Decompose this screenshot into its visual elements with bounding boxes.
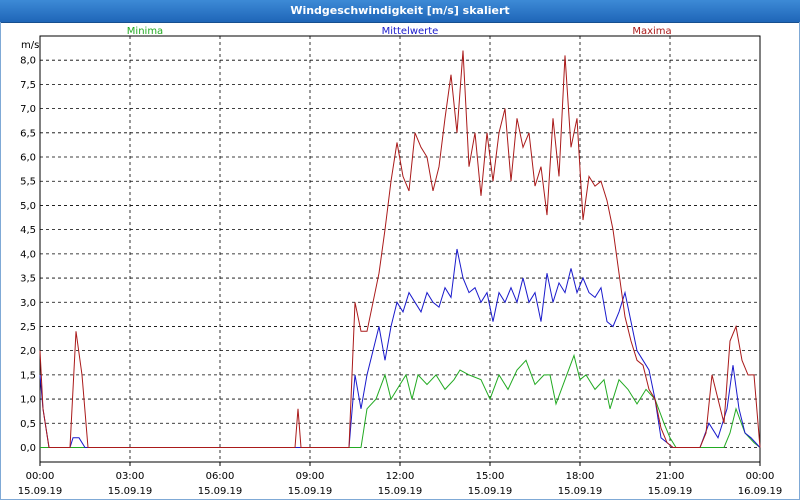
x-tick-time: 15:00 (476, 471, 505, 482)
x-tick-date: 15.09.19 (288, 486, 333, 497)
x-tick-date: 15.09.19 (198, 486, 243, 497)
x-tick-time: 21:00 (656, 471, 685, 482)
y-axis-label: m/s (21, 40, 39, 51)
y-tick-label: 3,0 (20, 298, 36, 309)
y-tick-label: 7,5 (20, 80, 36, 91)
x-tick-time: 00:00 (746, 471, 775, 482)
x-tick-date: 16.09.19 (738, 486, 783, 497)
legend-minima: Minima (127, 26, 163, 37)
legend-maxima: Maxima (632, 26, 671, 37)
x-tick-time: 18:00 (566, 471, 595, 482)
x-tick-date: 15.09.19 (108, 486, 153, 497)
y-tick-label: 6,0 (20, 153, 36, 164)
x-tick-time: 03:00 (116, 471, 145, 482)
y-tick-label: 6,5 (20, 128, 36, 139)
x-tick-date: 15.09.19 (18, 486, 63, 497)
y-tick-label: 0,5 (20, 419, 36, 430)
legend-mittelwerte: Mittelwerte (382, 26, 439, 37)
y-tick-label: 7,0 (20, 104, 36, 115)
x-tick-time: 06:00 (206, 471, 235, 482)
y-tick-labels: 0,0 0,5 1,0 1,5 2,0 2,5 3,0 3,5 4,0 4,5 5,0 5,5 6,0 6… (20, 56, 36, 454)
y-tick-label: 4,0 (20, 249, 36, 260)
x-tick-date: 15.09.19 (648, 486, 693, 497)
y-tick-label: 1,5 (20, 370, 36, 381)
x-tick-date: 15.09.19 (378, 486, 423, 497)
y-tick-label: 3,5 (20, 274, 36, 285)
y-tick-label: 0,0 (20, 443, 36, 454)
x-tick-date: 15.09.19 (468, 486, 513, 497)
x-tick-date: 15.09.19 (558, 486, 603, 497)
y-tick-label: 5,5 (20, 177, 36, 188)
wind-speed-chart: 0,0 0,5 1,0 1,5 2,0 2,5 3,0 3,5 4,0 4,5 5,0 5,5 6,0 6… (18, 26, 783, 497)
y-tick-label: 2,5 (20, 322, 36, 333)
x-tick-time: 12:00 (386, 471, 415, 482)
y-tick-label: 2,0 (20, 346, 36, 357)
y-tick-label: 4,5 (20, 225, 36, 236)
x-tick-time: 09:00 (296, 471, 325, 482)
x-tick-labels: 00:00 15.09.19 03:00 15.09.19 06:00 15.09.19 0… (18, 462, 783, 497)
y-tick-label: 5,0 (20, 201, 36, 212)
x-tick-time: 00:00 (26, 471, 55, 482)
y-tick-label: 1,0 (20, 395, 36, 406)
y-tick-label: 8,0 (20, 56, 36, 67)
